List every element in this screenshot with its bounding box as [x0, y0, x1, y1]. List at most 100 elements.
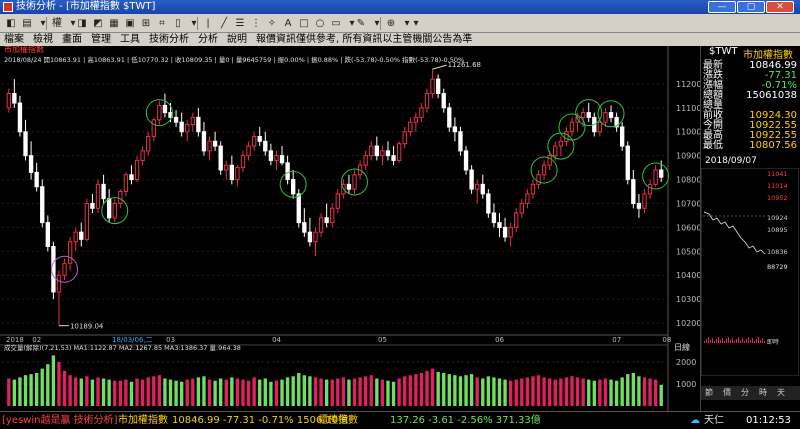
quote-tab[interactable]: 天 — [777, 387, 785, 398]
toolbar-button[interactable]: A — [281, 16, 295, 31]
toolbar-button[interactable]: ▤ — [20, 16, 34, 31]
candle-body — [162, 104, 168, 114]
volume-bar — [620, 377, 624, 406]
volume-bar — [12, 379, 17, 406]
toolbar-button[interactable]: ▦ — [107, 16, 121, 31]
quote-tab[interactable]: 分 — [741, 387, 749, 398]
candle-body — [173, 116, 179, 123]
candle-body — [224, 164, 229, 171]
candle-body — [620, 126, 625, 147]
volume-bar — [336, 378, 340, 406]
price-tick-label: 10500 — [676, 247, 700, 256]
maximize-button[interactable]: ▢ — [737, 1, 765, 13]
candle-body — [274, 155, 279, 161]
month-label: 08 — [662, 336, 671, 344]
toolbar-button[interactable]: | — [201, 16, 215, 31]
menu-item[interactable]: 檢視 — [33, 34, 53, 45]
candle-body — [625, 145, 630, 181]
candle-body — [51, 246, 56, 293]
candle-body — [380, 150, 385, 157]
toolbar-button[interactable]: 權 — [50, 16, 64, 31]
toolbar-button[interactable]: ◨ — [75, 16, 89, 31]
candle-body — [6, 92, 11, 109]
toolbar-button[interactable]: ▾ — [187, 16, 201, 31]
volume-bar — [157, 375, 162, 406]
volume-bar — [486, 376, 491, 406]
candle-body — [536, 174, 541, 185]
toolbar-button[interactable]: ▯ — [171, 16, 185, 31]
menu-item[interactable]: 工具 — [120, 34, 140, 45]
toolbar-button[interactable]: ▾ — [409, 16, 423, 31]
toolbar-button[interactable]: ▾ — [36, 16, 50, 31]
volume-bar — [559, 378, 563, 406]
volume-bar — [363, 376, 368, 406]
minimize-button[interactable]: — — [708, 1, 736, 13]
volume-bar — [458, 376, 463, 406]
intraday-mini-chart: 11041 11014 10952 10924 10895 10836 88729 即時 — [701, 168, 799, 376]
toolbar-button[interactable]: ☰ — [233, 16, 247, 31]
candle-body — [257, 136, 262, 142]
volume-bar — [659, 384, 663, 406]
quote-tab[interactable]: 時 — [759, 387, 767, 398]
month-label: 2018 — [6, 336, 24, 344]
volume-bar — [113, 380, 117, 406]
menu-item[interactable]: 檔案 — [4, 34, 24, 45]
volume-bar — [274, 380, 279, 406]
candle-body — [106, 198, 112, 219]
volume-bar — [85, 376, 89, 406]
volume-tick-label: 2000 — [676, 358, 696, 367]
toolbar-button[interactable]: ▾ — [370, 16, 384, 31]
candle-body — [659, 169, 664, 178]
toolbar: ◧ ▤ ▾ 權 ▾ ◨ ◩ ▦ ▣ ⊞ ⌗ ▯ ▾ | ╱ ☰ ⋮ ✧ A □ ○ ▭ ▾ ✎ ▾ ⊕ ▾ ▾ — [0, 14, 800, 33]
candle-body — [519, 202, 524, 214]
menu-item[interactable]: 說明 — [227, 34, 247, 45]
toolbar-button[interactable]: ○ — [313, 16, 327, 31]
candle-body — [218, 145, 223, 171]
toolbar-button[interactable]: ╱ — [217, 16, 231, 31]
toolbar-button[interactable]: ⊞ — [139, 16, 153, 31]
window-title: 技術分析 - [市加權指數 $TWT] — [16, 1, 156, 12]
high-label: 11261.68 — [448, 61, 481, 69]
candle-body — [112, 202, 117, 219]
menu-item[interactable]: 分析 — [198, 34, 218, 45]
toolbar-button[interactable]: ⊕ — [384, 16, 398, 31]
toolbar-button[interactable]: ▭ — [329, 16, 343, 31]
candle-body — [631, 179, 636, 204]
volume-title: 成交量(解除)(7,21,53) MA1:1122.87 MA2:1267.85… — [4, 343, 241, 352]
menu-item[interactable]: 技術分析 — [149, 34, 189, 45]
candle-body — [514, 212, 519, 228]
chart-area[interactable]: 10200 10300 10400 10500 10600 10700 10800 10900… — [0, 46, 700, 411]
toolbar-button[interactable]: ▣ — [123, 16, 137, 31]
candle-body — [263, 140, 268, 152]
mini-chart-label: 10952 — [767, 194, 788, 202]
candle-body — [302, 222, 307, 233]
volume-bar — [525, 377, 530, 406]
mini-chart-volume-bar — [746, 339, 747, 343]
candle-body — [363, 155, 368, 166]
disclaimer-text: 報價資訊僅供參考, 所有資訊以主管機關公告為準 — [256, 34, 473, 45]
candle-body — [23, 131, 28, 157]
toolbar-button[interactable]: ✎ — [354, 16, 368, 31]
price-tick-label: 10900 — [676, 152, 700, 161]
candle-body — [201, 131, 207, 152]
toolbar-button[interactable]: ⋮ — [249, 16, 263, 31]
toolbar-button[interactable]: ◩ — [91, 16, 105, 31]
candle-body — [313, 231, 318, 243]
mini-chart-volume-bar — [704, 341, 705, 343]
menu-item[interactable]: 畫面 — [62, 34, 82, 45]
quote-tab[interactable]: 節 — [705, 387, 713, 398]
toolbar-button[interactable]: ◧ — [4, 16, 18, 31]
close-button[interactable]: ✕ — [766, 1, 794, 13]
volume-bar — [508, 380, 513, 406]
price-tick-label: 11000 — [676, 128, 700, 137]
index1-name[interactable]: 市加權指數 — [118, 412, 168, 429]
mini-chart-volume-bar — [764, 341, 765, 343]
quote-tab[interactable]: 價 — [723, 387, 731, 398]
toolbar-button[interactable]: □ — [297, 16, 311, 31]
menu-item[interactable]: 管理 — [91, 34, 111, 45]
candle-body — [597, 121, 603, 133]
quote-row: 最低 10807.56 — [703, 140, 797, 151]
toolbar-button[interactable]: ⌗ — [155, 16, 169, 31]
index2-name[interactable]: 櫃檯指數 — [318, 412, 358, 429]
toolbar-button[interactable]: ✧ — [265, 16, 279, 31]
